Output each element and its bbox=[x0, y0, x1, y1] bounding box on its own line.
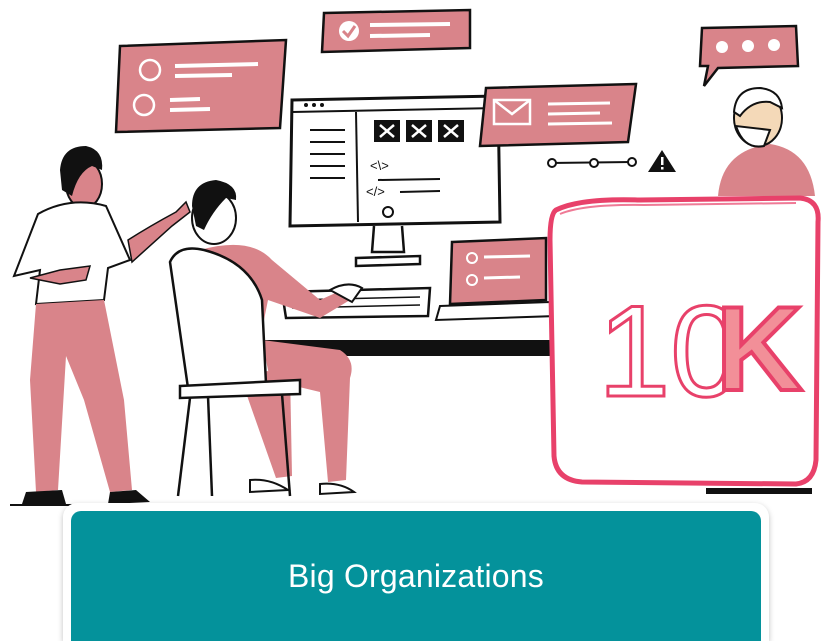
floating-check-card bbox=[320, 8, 472, 54]
warning-icon bbox=[648, 150, 676, 172]
count-suffix: K bbox=[716, 282, 803, 416]
x-icon bbox=[406, 120, 432, 142]
caption-banner: Big Organizations bbox=[71, 511, 761, 641]
x-icon bbox=[374, 120, 400, 142]
code-tag: <\> bbox=[370, 158, 389, 173]
bearded-person bbox=[718, 86, 815, 196]
caption-label: Big Organizations bbox=[288, 557, 544, 594]
closing-tag: </> bbox=[366, 184, 385, 199]
standing-person bbox=[12, 146, 191, 504]
chat-dots-icon bbox=[698, 24, 800, 87]
floating-list-card bbox=[114, 38, 288, 134]
email-banner bbox=[478, 82, 638, 148]
check-icon bbox=[339, 21, 359, 41]
progress-nodes bbox=[547, 157, 637, 168]
count-badge: 10 K bbox=[547, 195, 821, 487]
tablet bbox=[434, 236, 558, 322]
caption-card: Big Organizations bbox=[63, 503, 769, 641]
x-icon bbox=[438, 120, 464, 142]
